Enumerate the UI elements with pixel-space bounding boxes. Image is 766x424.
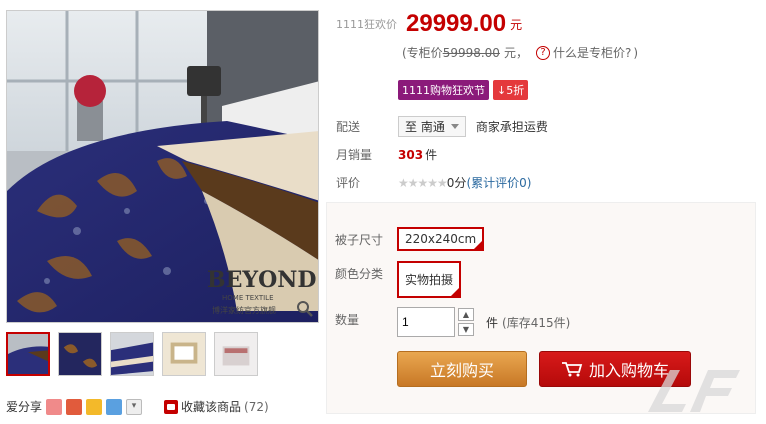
quantity-stepper: ▲ ▼ (458, 308, 474, 336)
color-label: 颜色分类 (335, 267, 384, 281)
svg-text:BEYOND: BEYOND (207, 267, 316, 293)
quantity-input[interactable] (397, 307, 455, 337)
price-label: 1111狂欢价 (336, 18, 397, 31)
buy-now-button[interactable]: 立刻购买 (397, 351, 527, 387)
promo-row: 1111购物狂欢节 ↓5折 (398, 80, 529, 100)
svg-text:HOME TEXTILE: HOME TEXTILE (222, 294, 274, 302)
thumbnail-2[interactable] (58, 332, 102, 376)
rating-stars: ★★★★★ (398, 175, 448, 190)
size-row: 被子尺寸 220x240cm (335, 227, 485, 251)
orig-price: 59998.00 (442, 45, 500, 60)
sales-count: 303 (398, 147, 424, 162)
stock-text: (库存415件) (502, 315, 571, 330)
cart-icon (561, 362, 583, 377)
sales-label: 月销量 (336, 148, 373, 162)
shipping-row: 配送 至 南通 商家承担运费 (336, 116, 548, 137)
help-icon[interactable]: ? (535, 45, 550, 60)
price-row: 1111狂欢价 29999.00 元 (336, 10, 522, 38)
shipping-location-select[interactable]: 至 南通 (398, 116, 466, 137)
quantity-row: 数量 ▲ ▼ 件 (库存415件) (335, 307, 570, 337)
shipping-location: 至 南通 (405, 120, 445, 134)
orig-close: ) (633, 45, 639, 60)
color-option-selected[interactable]: 实物拍摄 (397, 261, 462, 298)
sales-row: 月销量 303 件 (336, 146, 437, 163)
share-label: 爱分享 (6, 400, 43, 414)
thumbnail-3[interactable] (110, 332, 154, 376)
quantity-up-button[interactable]: ▲ (458, 308, 474, 321)
favorite-link[interactable]: 收藏该商品 (72) (164, 398, 269, 415)
rating-score: 0分 (446, 176, 467, 190)
share-bar: 爱分享 ▾ 收藏该商品 (72) (6, 398, 269, 415)
chevron-down-icon (450, 124, 459, 129)
sales-unit: 件 (425, 148, 438, 162)
color-row: 颜色分类 实物拍摄 (335, 261, 462, 298)
thumbnail-4[interactable] (162, 332, 206, 376)
promo-badge[interactable]: 1111购物狂欢节 (398, 80, 489, 100)
help-link[interactable]: 什么是专柜价? (553, 44, 631, 61)
share-kaixin-icon[interactable] (66, 398, 83, 415)
rating-row: 评价 ★★★★★ 0分 (累计评价0) (336, 174, 531, 191)
orig-suffix: 元， (503, 46, 528, 60)
size-option-selected[interactable]: 220x240cm (397, 227, 485, 251)
favorite-count: (72) (244, 399, 269, 414)
price-value: 29999.00 (406, 10, 507, 37)
share-more-icon[interactable]: ▾ (126, 398, 143, 415)
orig-prefix: (专柜价 (402, 46, 443, 60)
quantity-down-button[interactable]: ▼ (458, 323, 474, 336)
rating-label: 评价 (336, 176, 361, 190)
thumbnail-1[interactable] (6, 332, 50, 376)
share-qzone-icon[interactable] (106, 398, 123, 415)
shipping-note: 商家承担运费 (475, 120, 548, 134)
rating-link[interactable]: (累计评价0) (466, 174, 531, 191)
watermark-logo (648, 370, 740, 412)
svg-text:博洋家纺官方旗舰: 博洋家纺官方旗舰 (212, 305, 276, 315)
zoom-icon[interactable] (296, 300, 314, 318)
share-star-icon[interactable] (86, 398, 103, 415)
favorite-label: 收藏该商品 (181, 400, 242, 414)
shipping-label: 配送 (336, 120, 361, 134)
quantity-unit: 件 (486, 315, 499, 330)
original-price-row: (专柜价 59998.00 元， ? 什么是专柜价? ) (402, 44, 638, 61)
price-unit: 元 (510, 17, 523, 32)
product-main-image[interactable]: BEYOND HOME TEXTILE 博洋家纺官方旗舰 (6, 10, 319, 323)
discount-badge: ↓5折 (493, 80, 529, 100)
thumbnail-strip (6, 332, 258, 376)
thumbnail-5[interactable] (214, 332, 258, 376)
favorite-icon (164, 399, 179, 414)
quantity-label: 数量 (335, 313, 360, 327)
size-label: 被子尺寸 (335, 232, 384, 247)
share-renren-icon[interactable] (46, 398, 63, 415)
